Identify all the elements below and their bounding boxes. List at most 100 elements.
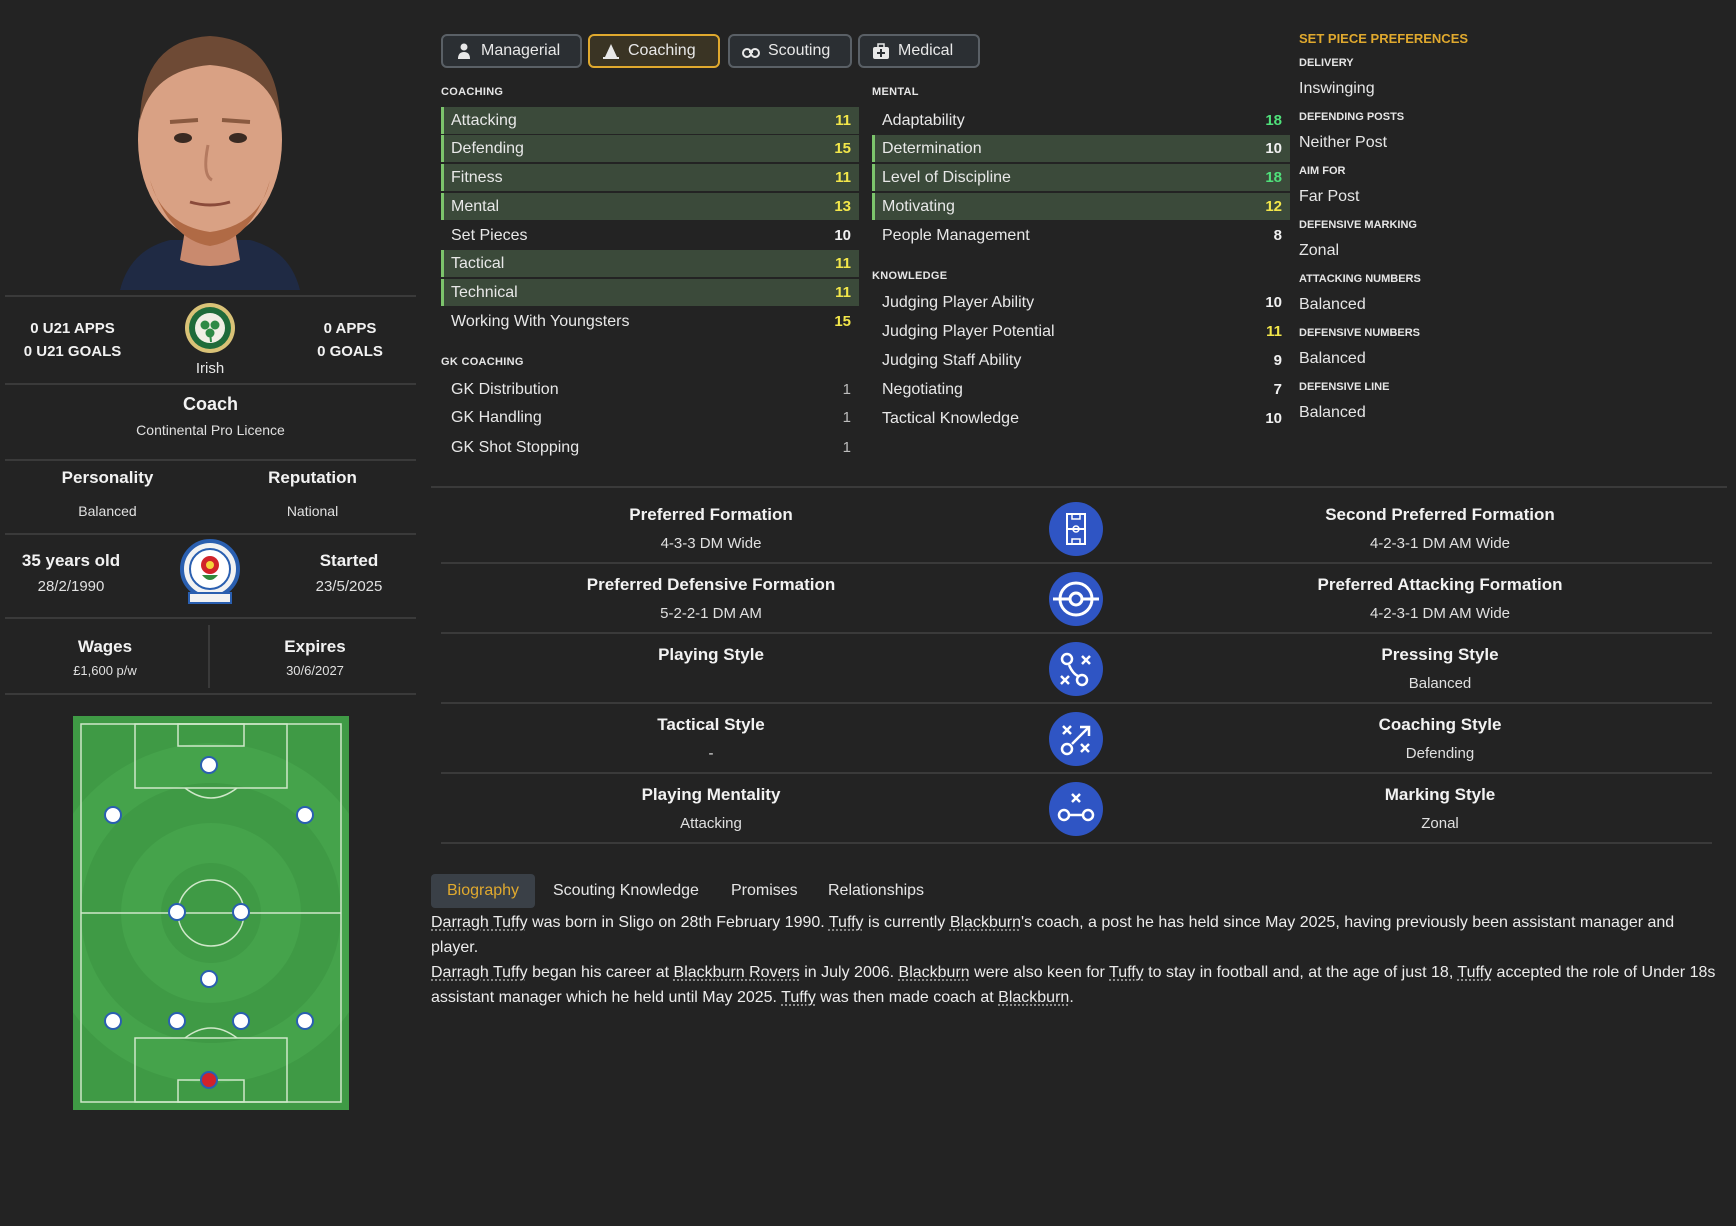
divider <box>208 625 210 688</box>
attribute-row[interactable]: Determination 10 <box>872 135 1290 162</box>
attribute-row[interactable]: Tactical 11 <box>441 250 859 277</box>
set-piece-label: AIM FOR <box>1299 165 1346 177</box>
set-piece-label: DEFENDING POSTS <box>1299 111 1405 123</box>
club-link[interactable]: Blackburn <box>899 964 970 981</box>
player-marker <box>168 903 186 921</box>
staff-link[interactable]: Tuffy <box>1109 964 1144 981</box>
set-piece-value[interactable]: Balanced <box>1299 404 1366 422</box>
tab-managerial[interactable]: Managerial <box>441 34 582 68</box>
expires-value: 30/6/2027 <box>286 663 344 678</box>
attribute-row[interactable]: Adaptability 18 <box>872 107 1290 134</box>
attribute-row[interactable]: Set Pieces 10 <box>441 222 859 249</box>
staff-role: Coach <box>182 394 238 414</box>
personality-label: Personality <box>61 468 154 487</box>
tab-label: Medical <box>898 42 954 59</box>
apps: 0 APPS <box>323 320 377 337</box>
club-link[interactable]: Blackburn <box>950 914 1021 931</box>
coaching-style-value: Defending <box>1405 745 1475 762</box>
tab-medical[interactable]: Medical <box>858 34 980 68</box>
defensive-formation-value: 5-2-2-1 DM AM <box>660 605 762 622</box>
player-marker <box>232 903 250 921</box>
set-piece-value[interactable]: Balanced <box>1299 350 1366 368</box>
staff-link[interactable]: Darragh Tuffy <box>431 964 528 981</box>
club-link[interactable]: Blackburn Rovers <box>674 964 800 981</box>
staff-link[interactable]: Tuffy <box>781 989 816 1006</box>
preferred-formation-label: Preferred Formation <box>629 505 793 524</box>
tab-scouting[interactable]: Scouting <box>728 34 852 68</box>
medical-kit-icon <box>873 43 889 59</box>
tab-biography[interactable]: Biography <box>431 874 536 908</box>
attribute-row[interactable]: Working With Youngsters 15 <box>441 308 859 335</box>
tab-relationships[interactable]: Relationships <box>828 874 924 908</box>
second-formation-label: Second Preferred Formation <box>1325 505 1555 524</box>
divider <box>441 702 1712 704</box>
target-icon <box>1049 572 1103 626</box>
player-marker <box>200 970 218 988</box>
set-piece-label: DEFENSIVE LINE <box>1299 381 1390 393</box>
playing-style-label: Playing Style <box>658 645 764 664</box>
attacking-formation-value: 4-2-3-1 DM AM Wide <box>1369 605 1511 622</box>
attribute-row[interactable]: Level of Discipline 18 <box>872 164 1290 191</box>
tab-coaching[interactable]: Coaching <box>588 34 720 68</box>
set-piece-value[interactable]: Far Post <box>1299 188 1359 206</box>
attribute-row[interactable]: People Management 8 <box>872 222 1290 249</box>
mentality-icon <box>1049 782 1103 836</box>
personality-value: Balanced <box>78 503 137 519</box>
set-piece-title: SET PIECE PREFERENCES <box>1299 31 1469 46</box>
reputation-value: National <box>286 503 339 519</box>
biography-paragraph: Darragh Tuffy began his career at Blackb… <box>431 964 1716 1006</box>
pressing-style-value: Balanced <box>1408 675 1472 692</box>
set-piece-value[interactable]: Balanced <box>1299 296 1366 314</box>
staff-link[interactable]: Darragh Tuffy <box>431 914 528 931</box>
attribute-row[interactable]: Judging Staff Ability 9 <box>872 347 1290 374</box>
tab-scouting-knowledge[interactable]: Scouting Knowledge <box>553 874 699 908</box>
staff-link[interactable]: Tuffy <box>829 914 864 931</box>
club-crest-icon[interactable] <box>177 539 243 607</box>
attribute-row[interactable]: GK Distribution 1 <box>441 376 859 403</box>
preferred-formation-value: 4-3-3 DM Wide <box>660 535 762 552</box>
coaching-style-label: Coaching Style <box>1378 715 1502 734</box>
divider <box>431 486 1727 488</box>
attribute-row[interactable]: Defending 15 <box>441 135 859 162</box>
attribute-row[interactable]: Mental 13 <box>441 193 859 220</box>
u21-apps: 0 U21 APPS <box>30 320 115 337</box>
binoculars-icon <box>742 48 760 58</box>
tab-promises[interactable]: Promises <box>731 874 798 908</box>
biography-paragraph: Darragh Tuffy was born in Sligo on 28th … <box>431 914 1675 956</box>
attribute-row[interactable]: Negotiating 7 <box>872 376 1290 403</box>
player-marker <box>232 1012 250 1030</box>
attribute-row[interactable]: Motivating 12 <box>872 193 1290 220</box>
ireland-crest-icon[interactable] <box>184 302 236 354</box>
set-piece-label: ATTACKING NUMBERS <box>1299 273 1421 285</box>
started-label: Started <box>319 551 379 570</box>
player-marker <box>200 756 218 774</box>
player-marker <box>296 806 314 824</box>
pitch-icon <box>1049 502 1103 556</box>
attribute-row[interactable]: GK Shot Stopping 1 <box>441 434 859 461</box>
staff-age: 35 years old <box>21 551 121 570</box>
attribute-row[interactable]: Tactical Knowledge 10 <box>872 405 1290 432</box>
defensive-formation-label: Preferred Defensive Formation <box>586 575 836 594</box>
attribute-row[interactable]: Technical 11 <box>441 279 859 306</box>
attribute-row[interactable]: Attacking 11 <box>441 107 859 134</box>
divider <box>5 533 416 535</box>
attribute-row[interactable]: GK Handling 1 <box>441 404 859 431</box>
club-link[interactable]: Blackburn <box>998 989 1069 1006</box>
divider <box>441 842 1712 844</box>
attribute-row[interactable]: Fitness 11 <box>441 164 859 191</box>
set-piece-value[interactable]: Neither Post <box>1299 134 1387 152</box>
tab-label: Coaching <box>628 42 696 59</box>
player-marker <box>296 1012 314 1030</box>
set-piece-value[interactable]: Zonal <box>1299 242 1339 260</box>
formation-pitch[interactable] <box>41 716 381 1110</box>
divider <box>5 383 416 385</box>
attribute-row[interactable]: Judging Player Ability 10 <box>872 289 1290 316</box>
tab-label: Managerial <box>481 42 561 59</box>
tab-label: Scouting <box>768 42 831 59</box>
set-piece-value[interactable]: Inswinging <box>1299 80 1375 98</box>
staff-link[interactable]: Tuffy <box>1457 964 1492 981</box>
attacking-formation-label: Preferred Attacking Formation <box>1317 575 1563 594</box>
attribute-row[interactable]: Judging Player Potential 11 <box>872 318 1290 345</box>
expires-label: Expires <box>284 637 346 656</box>
cone-icon <box>603 44 619 59</box>
